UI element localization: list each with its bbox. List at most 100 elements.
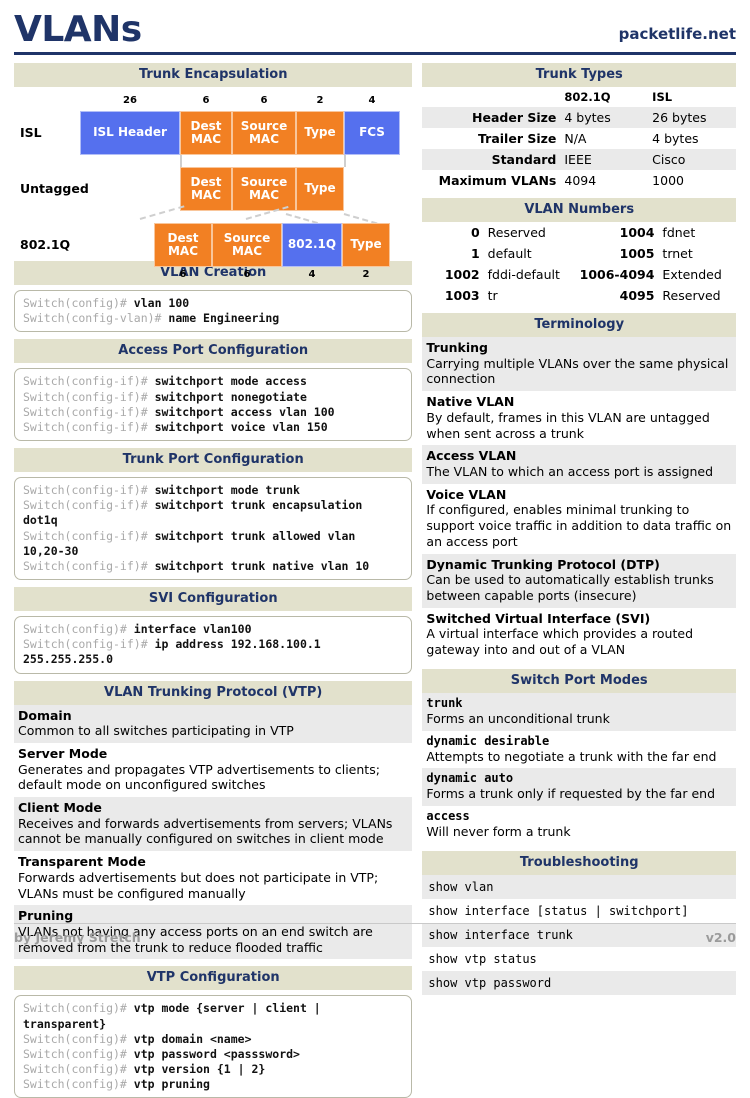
cli-command: vtp version {1 | 2} bbox=[133, 1062, 266, 1077]
page-title: VLANs bbox=[14, 9, 142, 50]
connector-isl-left bbox=[180, 155, 182, 167]
frame-field-isl-header: ISL Header bbox=[80, 111, 180, 155]
cli-command: vtp password <passsword> bbox=[133, 1046, 300, 1061]
definition-item: Transparent Mode Forwards advertisements… bbox=[14, 851, 412, 905]
definition-item: Client Mode Receives and forwards advert… bbox=[14, 797, 413, 852]
definition-description: A virtual interface which provides a rou… bbox=[426, 626, 694, 657]
cli-prompt: Switch(config-if)# bbox=[23, 419, 148, 434]
connector-untagged-left bbox=[139, 205, 185, 220]
definition-term: Access VLAN bbox=[426, 448, 517, 464]
command-item: show vtp status bbox=[428, 951, 537, 966]
cli-command: switchport mode trunk bbox=[154, 483, 300, 498]
vlan-id: 1 bbox=[470, 246, 480, 261]
command-item: show interface [status | switchport] bbox=[428, 903, 689, 918]
cli-command: name Engineering bbox=[168, 311, 280, 326]
cli-block-vlan-creation: Switch(config)# vlan 100 Switch(config-v… bbox=[14, 290, 413, 333]
trunk-encapsulation-diagram: ISL Untagged 802.1Q 26 6 6 2 4 ISL Heade… bbox=[14, 89, 412, 280]
cli-command: switchport nonegotiate bbox=[154, 389, 307, 404]
vtp-definition-list: Domain Common to all switches participat… bbox=[14, 704, 413, 960]
definition-item: Voice VLAN If configured, enables minima… bbox=[422, 484, 736, 554]
footer-author: by Jeremy Stretch bbox=[14, 930, 141, 945]
diagram-row-label-isl: ISL bbox=[20, 125, 42, 140]
cli-block-trunk-port: Switch(config-if)# switchport mode trunk… bbox=[14, 477, 413, 581]
cli-line: Switch(config)# vtp mode {server | clien… bbox=[23, 1001, 403, 1031]
cli-prompt: Switch(config-if)# bbox=[23, 558, 148, 573]
footer-version: v2.0 bbox=[705, 930, 736, 945]
frame-field-dot1q-type: Type bbox=[342, 223, 390, 267]
vlan-name: fddi-default bbox=[487, 267, 560, 282]
section-header-trunk-encapsulation: Trunk Encapsulation bbox=[14, 63, 413, 87]
section-header-access-port: Access Port Configuration bbox=[14, 339, 413, 364]
definition-item: dynamic auto Forms a trunk only if reque… bbox=[422, 768, 736, 806]
terminology-definition-list: Trunking Carrying multiple VLANs over th… bbox=[422, 337, 736, 662]
connector-isl-right bbox=[344, 155, 346, 167]
table-row: 0 Reserved 1004 fdnet bbox=[422, 222, 736, 243]
cli-line: Switch(config-vlan)# name Engineering bbox=[23, 311, 403, 326]
definition-description: Can be used to automatically establish t… bbox=[426, 572, 714, 603]
definition-term: Native VLAN bbox=[426, 394, 515, 410]
definition-item: Trunking Carrying multiple VLANs over th… bbox=[422, 337, 736, 392]
table-row: Standard IEEE Cisco bbox=[422, 149, 736, 170]
definition-description: Common to all switches participating in … bbox=[18, 723, 294, 739]
section-header-vlan-numbers: VLAN Numbers bbox=[422, 198, 736, 222]
cli-command: interface vlan100 bbox=[133, 622, 252, 637]
cli-prompt: Switch(config)# bbox=[23, 1062, 127, 1077]
cheatsheet-page: VLANs packetlife.net Trunk Encapsulation… bbox=[0, 0, 750, 1098]
table-header-row: 802.1Q ISL bbox=[422, 87, 736, 107]
size-label-isl-source-mac: 6 bbox=[260, 95, 268, 106]
definition-description: The VLAN to which an access port is assi… bbox=[426, 463, 714, 479]
definition-term: dynamic auto bbox=[426, 771, 514, 786]
cli-prompt: Switch(config)# bbox=[23, 622, 127, 637]
cli-line: Switch(config)# vtp password <passsword> bbox=[23, 1047, 403, 1062]
vlan-id: 1003 bbox=[444, 288, 480, 303]
definition-item: Dynamic Trunking Protocol (DTP) Can be u… bbox=[422, 553, 736, 608]
vlan-name-2: Reserved bbox=[662, 288, 721, 303]
definition-term: dynamic desirable bbox=[426, 733, 550, 748]
cli-prompt: Switch(config)# bbox=[23, 1031, 127, 1046]
cell-isl: Cisco bbox=[652, 152, 686, 167]
table-row: Maximum VLANs 4094 1000 bbox=[422, 170, 736, 191]
cli-line: Switch(config)# vtp pruning bbox=[23, 1077, 403, 1092]
cli-prompt: Switch(config)# bbox=[23, 1001, 127, 1016]
cli-block-access-port: Switch(config-if)# switchport mode acces… bbox=[14, 368, 413, 442]
cli-prompt: Switch(config-if)# bbox=[23, 404, 148, 419]
section-header-trunk-port: Trunk Port Configuration bbox=[14, 448, 413, 473]
section-header-vtp-config: VTP Configuration bbox=[14, 966, 413, 991]
cli-command: switchport access vlan 100 bbox=[154, 404, 335, 419]
vlan-id: 1002 bbox=[444, 267, 480, 282]
cli-prompt: Switch(config)# bbox=[23, 1046, 127, 1061]
table-row: 1002 fddi-default 1006-4094 Extended bbox=[422, 264, 736, 285]
cell-isl: 4 bytes bbox=[652, 131, 699, 146]
table-row: Header Size 4 bytes 26 bytes bbox=[422, 107, 736, 128]
definition-term: Switched Virtual Interface (SVI) bbox=[426, 610, 651, 626]
cli-line: Switch(config-if)# switchport trunk allo… bbox=[23, 529, 403, 559]
definition-term: Voice VLAN bbox=[426, 486, 507, 502]
footer: by Jeremy Stretch v2.0 bbox=[14, 923, 736, 945]
section-header-vtp: VLAN Trunking Protocol (VTP) bbox=[14, 680, 413, 705]
cli-prompt: Switch(config)# bbox=[23, 1077, 127, 1092]
vlan-id-2: 1005 bbox=[619, 246, 655, 261]
cli-command: vtp domain <name> bbox=[133, 1031, 252, 1046]
cell-dot1q: IEEE bbox=[564, 152, 592, 167]
cli-line: Switch(config-if)# switchport access vla… bbox=[23, 405, 403, 420]
cell-dot1q: 4094 bbox=[564, 173, 597, 188]
diagram-row-label-dot1q: 802.1Q bbox=[20, 237, 71, 252]
vlan-name: Reserved bbox=[487, 225, 546, 240]
brand-link[interactable]: packetlife.net bbox=[619, 25, 736, 48]
section-header-trunk-types: Trunk Types bbox=[422, 63, 736, 87]
cell-isl: 26 bytes bbox=[652, 110, 707, 125]
definition-item: Server Mode Generates and propagates VTP… bbox=[14, 743, 412, 797]
table-row: Trailer Size N/A 4 bytes bbox=[422, 128, 736, 149]
vlan-name: default bbox=[487, 246, 532, 261]
masthead: VLANs packetlife.net bbox=[14, 0, 736, 55]
definition-description: Forms a trunk only if requested by the f… bbox=[426, 786, 715, 802]
vlan-name-2: Extended bbox=[662, 267, 722, 282]
cli-command: vtp pruning bbox=[133, 1077, 210, 1092]
cli-line: Switch(config)# vtp version {1 | 2} bbox=[23, 1062, 403, 1077]
column-header-isl: ISL bbox=[652, 90, 673, 104]
cli-line: Switch(config-if)# switchport trunk nati… bbox=[23, 559, 403, 574]
row-label: Standard bbox=[491, 152, 557, 167]
definition-description: Will never form a trunk bbox=[426, 824, 571, 839]
section-header-troubleshooting: Troubleshooting bbox=[422, 850, 736, 875]
vlan-id-2: 4095 bbox=[619, 288, 655, 303]
